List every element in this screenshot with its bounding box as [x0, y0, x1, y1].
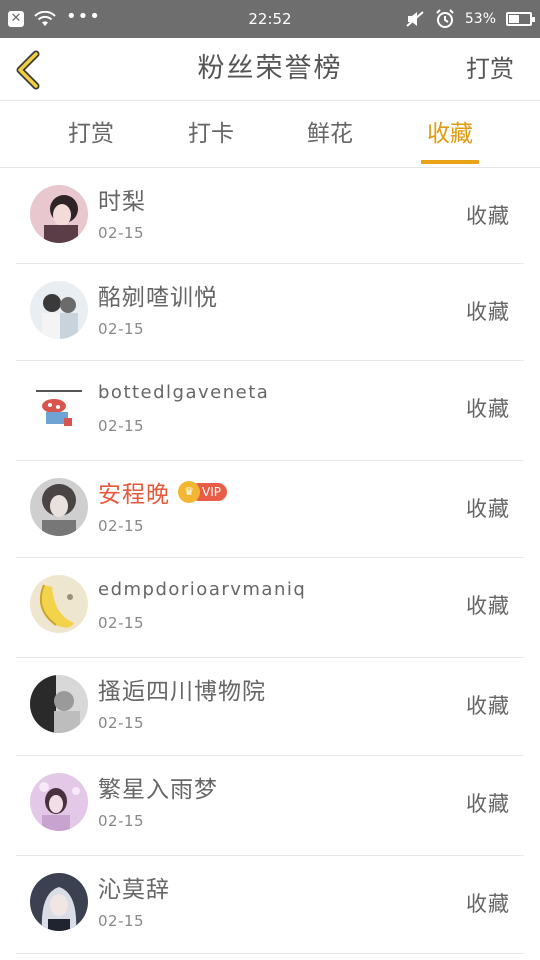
page-title: 粉丝荣誉榜: [197, 53, 343, 84]
name-line: 搔逅四川博物院: [98, 672, 266, 706]
date: 02-15: [98, 517, 145, 535]
user-name[interactable]: 搔逅四川博物院: [98, 672, 266, 706]
avatar[interactable]: [30, 478, 88, 536]
list-item[interactable]: 安程晚 ♛ VIP 02-15 收藏: [16, 461, 524, 558]
avatar[interactable]: [30, 575, 88, 633]
avatar[interactable]: [30, 773, 88, 831]
tab-reward[interactable]: 打赏: [51, 101, 131, 167]
favorite-label: 收藏: [466, 892, 510, 916]
user-name[interactable]: 安程晚: [98, 475, 170, 509]
tab-flowers[interactable]: 鲜花: [290, 101, 370, 167]
list-item[interactable]: 搔逅四川博物院 02-15 收藏: [16, 658, 524, 756]
avatar[interactable]: [30, 675, 88, 733]
battery-icon: [506, 12, 535, 26]
list-item[interactable]: 沁莫辞 02-15 收藏: [16, 856, 524, 954]
avatar[interactable]: [30, 378, 88, 436]
top-nav-bar: 粉丝荣誉榜 打赏: [0, 38, 540, 101]
name-line: 酩剜喳训悦: [98, 278, 218, 312]
name-line: bottedlgaveneta: [98, 375, 269, 409]
list-item[interactable]: edmpdorioarvmaniq 02-15 收藏: [16, 558, 524, 658]
favorite-label: 收藏: [466, 594, 510, 618]
reward-button[interactable]: 打赏: [466, 38, 514, 100]
avatar[interactable]: [30, 873, 88, 931]
user-name[interactable]: 繁星入雨梦: [98, 770, 218, 804]
status-bar: ✕ ••• 22:52 53%: [0, 0, 540, 38]
user-name[interactable]: 时梨: [98, 182, 146, 216]
date: 02-15: [98, 224, 145, 242]
tab-favorites[interactable]: 收藏: [410, 101, 490, 167]
date: 02-15: [98, 912, 145, 930]
crown-icon: ♛: [178, 481, 200, 503]
date: 02-15: [98, 812, 145, 830]
vip-badge: ♛ VIP: [178, 481, 227, 503]
favorite-label: 收藏: [466, 497, 510, 521]
date: 02-15: [98, 320, 145, 338]
avatar[interactable]: [30, 185, 88, 243]
favorite-label: 收藏: [466, 300, 510, 324]
user-name[interactable]: 酩剜喳训悦: [98, 278, 218, 312]
name-line: 繁星入雨梦: [98, 770, 218, 804]
avatar[interactable]: [30, 281, 88, 339]
battery-percent: 53%: [464, 11, 496, 27]
active-tab-indicator: [421, 160, 479, 164]
name-line: 沁莫辞: [98, 870, 170, 904]
favorite-label: 收藏: [466, 694, 510, 718]
user-name[interactable]: bottedlgaveneta: [98, 382, 269, 403]
list-item[interactable]: 繁星入雨梦 02-15 收藏: [16, 756, 524, 856]
name-line: 安程晚 ♛ VIP: [98, 475, 227, 509]
name-line: 时梨: [98, 182, 146, 216]
alarm-icon: [436, 9, 454, 28]
tab-bar: 打赏 打卡 鲜花 收藏: [0, 101, 540, 168]
date: 02-15: [98, 417, 145, 435]
user-name[interactable]: edmpdorioarvmaniq: [98, 579, 306, 600]
favorite-label: 收藏: [466, 792, 510, 816]
favorite-label: 收藏: [466, 397, 510, 421]
date: 02-15: [98, 714, 145, 732]
favorite-label: 收藏: [466, 204, 510, 228]
tab-checkin[interactable]: 打卡: [171, 101, 251, 167]
name-line: edmpdorioarvmaniq: [98, 572, 306, 606]
fan-list: 时梨 02-15 收藏 酩剜喳训悦 02-15 收藏 bottedlgavene…: [0, 168, 540, 954]
user-name[interactable]: 沁莫辞: [98, 870, 170, 904]
mute-icon: [406, 11, 424, 27]
list-item[interactable]: bottedlgaveneta 02-15 收藏: [16, 361, 524, 461]
list-item[interactable]: 酩剜喳训悦 02-15 收藏: [16, 264, 524, 361]
date: 02-15: [98, 614, 145, 632]
status-right: 53%: [405, 0, 535, 38]
list-item[interactable]: 时梨 02-15 收藏: [16, 168, 524, 264]
